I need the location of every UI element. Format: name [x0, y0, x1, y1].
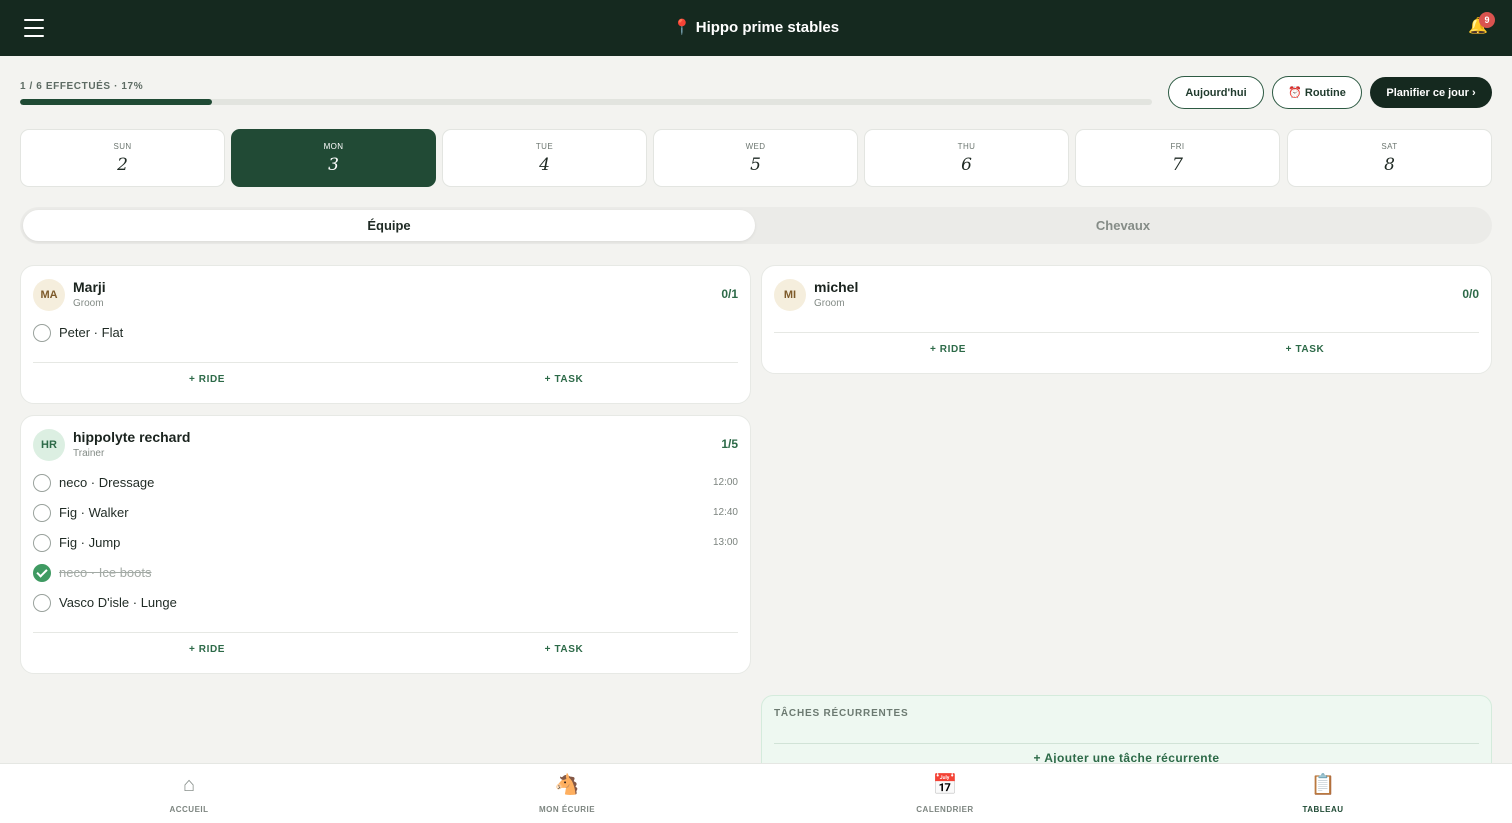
- day-name: WED: [745, 142, 766, 151]
- person-name: hippolyte rechard: [73, 429, 191, 445]
- task-count: 0/1: [721, 287, 738, 301]
- add-ride-button[interactable]: + RIDE: [147, 644, 267, 655]
- task-checkbox[interactable]: [33, 324, 51, 342]
- add-task-button[interactable]: + TASK: [1245, 344, 1365, 355]
- task-time: 13:00: [712, 537, 738, 548]
- person-role: Groom: [814, 298, 845, 309]
- progress-bar: [20, 99, 1152, 105]
- day-name: THU: [957, 142, 976, 151]
- day-number: 4: [539, 155, 550, 175]
- person-role: Groom: [73, 298, 104, 309]
- day-number: 3: [328, 155, 339, 175]
- task-time: 12:00: [712, 477, 738, 488]
- task-label[interactable]: Vasco D'isle · Lunge: [59, 595, 177, 610]
- top-bar: 📍 Hippo prime stables 🔔 9: [0, 0, 1512, 56]
- day-thu[interactable]: THU 6: [864, 129, 1069, 187]
- avatar: HR: [33, 429, 65, 461]
- task-checkbox[interactable]: [33, 504, 51, 522]
- avatar: MA: [33, 279, 65, 311]
- task-row: Fig · Jump 13:00: [33, 531, 738, 555]
- day-name: SUN: [113, 142, 132, 151]
- task-row: neco · Dressage 12:00: [33, 471, 738, 495]
- notification-badge: 9: [1479, 12, 1495, 28]
- task-row: Fig · Walker 12:40: [33, 501, 738, 525]
- divider: [33, 632, 738, 633]
- progress-label: 1 / 6 EFFECTUÉS · 17%: [20, 81, 144, 92]
- person-role: Trainer: [73, 448, 105, 459]
- tab-chevaux[interactable]: Chevaux: [757, 210, 1489, 241]
- person-card-hippolyte: HR hippolyte rechard Trainer 1/5 neco · …: [20, 415, 751, 674]
- nav-label: CALENDRIER: [916, 805, 974, 814]
- day-mon[interactable]: MON 3: [231, 129, 436, 187]
- progress-fill: [20, 99, 213, 105]
- divider: [774, 332, 1479, 333]
- nav-calendrier[interactable]: 📅 CALENDRIER: [865, 764, 1025, 823]
- task-label[interactable]: Fig · Walker: [59, 505, 129, 520]
- day-number: 8: [1384, 155, 1395, 175]
- add-task-button[interactable]: + TASK: [504, 644, 624, 655]
- day-tue[interactable]: TUE 4: [442, 129, 647, 187]
- add-task-button[interactable]: + TASK: [504, 374, 624, 385]
- task-row: neco · Ice boots: [33, 561, 738, 585]
- nav-label: ACCUEIL: [169, 805, 209, 814]
- add-ride-button[interactable]: + RIDE: [147, 374, 267, 385]
- day-name: FRI: [1170, 142, 1185, 151]
- horse-icon: 🐴: [554, 774, 580, 796]
- day-number: 6: [961, 155, 972, 175]
- person-card-michel: MI michel Groom 0/0 + RIDE + TASK: [761, 265, 1492, 374]
- day-sat[interactable]: SAT 8: [1287, 129, 1492, 187]
- task-count: 1/5: [721, 437, 738, 451]
- day-name: SAT: [1381, 142, 1398, 151]
- task-row: Vasco D'isle · Lunge: [33, 591, 738, 615]
- view-switcher: Équipe Chevaux: [20, 207, 1492, 244]
- nav-label: MON ÉCURIE: [538, 805, 596, 814]
- day-name: MON: [323, 142, 344, 151]
- tab-equipe[interactable]: Équipe: [23, 210, 755, 241]
- day-number: 2: [117, 155, 128, 175]
- avatar: MI: [774, 279, 806, 311]
- day-number: 5: [750, 155, 761, 175]
- task-checkbox[interactable]: [33, 594, 51, 612]
- day-sun[interactable]: SUN 2: [20, 129, 225, 187]
- home-icon: ⌂: [182, 774, 196, 796]
- person-card-marji: MA Marji Groom 0/1 Peter · Flat + RIDE +…: [20, 265, 751, 404]
- task-checkbox[interactable]: [33, 474, 51, 492]
- today-button[interactable]: Aujourd'hui: [1168, 76, 1264, 109]
- task-checkbox-checked[interactable]: [33, 564, 51, 582]
- clipboard-icon: 📋: [1310, 774, 1336, 796]
- divider: [774, 743, 1479, 744]
- plan-day-button[interactable]: Planifier ce jour ›: [1370, 77, 1492, 108]
- day-number: 7: [1172, 155, 1183, 175]
- task-count: 0/0: [1462, 287, 1479, 301]
- person-name: michel: [814, 279, 859, 295]
- task-checkbox[interactable]: [33, 534, 51, 552]
- task-label[interactable]: neco · Dressage: [59, 475, 154, 490]
- task-label[interactable]: Peter · Flat: [59, 325, 123, 340]
- nav-label: TABLEAU: [1302, 805, 1344, 814]
- nav-mon-ecurie[interactable]: 🐴 MON ÉCURIE: [487, 764, 647, 823]
- nav-tableau[interactable]: 📋 TABLEAU: [1243, 764, 1403, 823]
- calendar-icon: 📅: [932, 774, 958, 796]
- task-label[interactable]: neco · Ice boots: [59, 565, 152, 580]
- day-name: TUE: [535, 142, 554, 151]
- person-name: Marji: [73, 279, 106, 295]
- add-ride-button[interactable]: + RIDE: [888, 344, 1008, 355]
- day-wed[interactable]: WED 5: [653, 129, 858, 187]
- day-fri[interactable]: FRI 7: [1075, 129, 1280, 187]
- task-time: 12:40: [712, 507, 738, 518]
- nav-accueil[interactable]: ⌂ ACCUEIL: [109, 764, 269, 823]
- recurring-title: TÂCHES RÉCURRENTES: [774, 708, 909, 719]
- stable-title: 📍 Hippo prime stables: [672, 19, 840, 36]
- task-row: Peter · Flat: [33, 321, 738, 345]
- divider: [33, 362, 738, 363]
- routine-button[interactable]: ⏰ Routine: [1272, 76, 1362, 109]
- bottom-nav: ⌂ ACCUEIL 🐴 MON ÉCURIE 📅 CALENDRIER 📋 TA…: [0, 763, 1512, 823]
- task-label[interactable]: Fig · Jump: [59, 535, 120, 550]
